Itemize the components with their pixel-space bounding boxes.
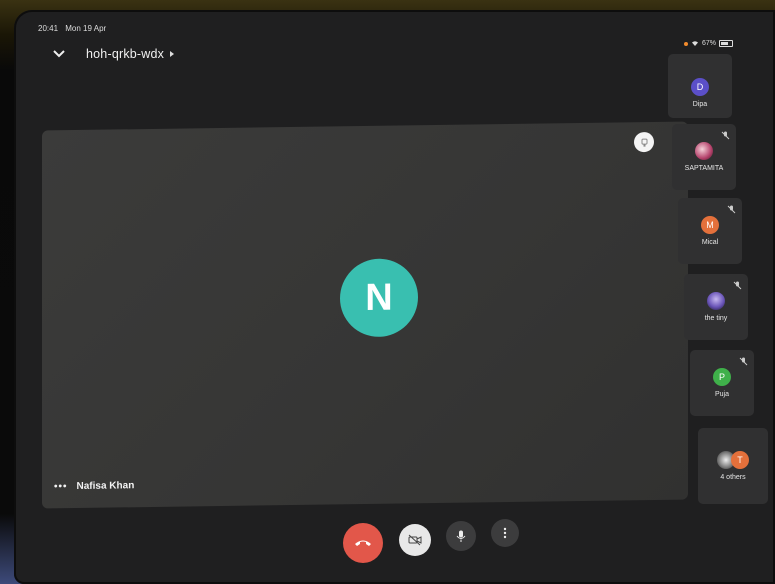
battery-icon xyxy=(719,40,734,47)
participant-name: Mical xyxy=(701,239,719,246)
participant-name: the tiny xyxy=(704,315,728,322)
participant-name: Dipa xyxy=(692,101,708,108)
main-video-tile[interactable]: N ••• Nafisa Khan xyxy=(42,121,688,509)
participant-avatar: T xyxy=(731,451,749,469)
audio-level-icon: ••• xyxy=(54,481,68,493)
participant-avatar-photo xyxy=(707,292,725,310)
camera-toggle-button[interactable] xyxy=(399,524,431,556)
mic-off-icon xyxy=(733,281,742,290)
participant-avatar: M xyxy=(701,216,719,234)
pin-button[interactable] xyxy=(634,131,654,153)
speaker-name: Nafisa Khan xyxy=(76,480,135,493)
mic-off-icon xyxy=(721,131,730,140)
recording-dot-icon xyxy=(684,41,688,46)
participant-avatar: D xyxy=(691,78,709,96)
end-call-button[interactable] xyxy=(343,523,383,563)
mic-off-icon xyxy=(727,205,736,214)
participant-tile[interactable]: P Puja xyxy=(690,350,754,416)
status-time: 20:41 xyxy=(38,24,59,33)
participant-tile[interactable]: the tiny xyxy=(684,274,748,340)
participant-name: Puja xyxy=(714,391,729,398)
participant-tile[interactable]: SAPTAMITA xyxy=(672,124,736,190)
meeting-header: hoh-qrkb-wdx xyxy=(52,47,175,61)
more-options-button[interactable] xyxy=(491,519,519,547)
microphone-icon xyxy=(456,530,466,542)
main-avatar: N xyxy=(340,258,418,338)
participant-avatar-photo xyxy=(695,142,713,160)
pin-icon xyxy=(641,138,647,147)
battery-percent: 67% xyxy=(702,40,717,47)
others-avatars: T xyxy=(717,451,749,469)
wifi-icon xyxy=(692,41,698,46)
meeting-code-button[interactable]: hoh-qrkb-wdx xyxy=(86,47,175,61)
camera-off-icon xyxy=(408,534,422,546)
collapse-chevron-icon[interactable] xyxy=(52,47,66,61)
more-vert-icon xyxy=(503,527,507,539)
status-date: Mon 19 Apr xyxy=(65,24,107,33)
chevron-right-icon xyxy=(170,51,175,57)
participant-name: SAPTAMITA xyxy=(684,165,724,172)
others-tile[interactable]: T 4 others xyxy=(698,428,768,504)
participant-tile[interactable]: M Mical xyxy=(678,198,742,264)
microphone-button[interactable] xyxy=(446,521,476,551)
status-bar-left: 20:41 Mon 19 Apr xyxy=(38,24,111,33)
participant-avatar: P xyxy=(713,368,731,386)
participant-tile[interactable]: D Dipa xyxy=(668,54,732,118)
speaker-name-tag: ••• Nafisa Khan xyxy=(54,480,134,492)
others-count: 4 others xyxy=(720,474,746,481)
end-call-icon xyxy=(355,540,371,546)
meeting-code: hoh-qrkb-wdx xyxy=(86,47,165,61)
status-bar-right: 67% xyxy=(684,40,734,47)
mic-off-icon xyxy=(739,357,748,366)
